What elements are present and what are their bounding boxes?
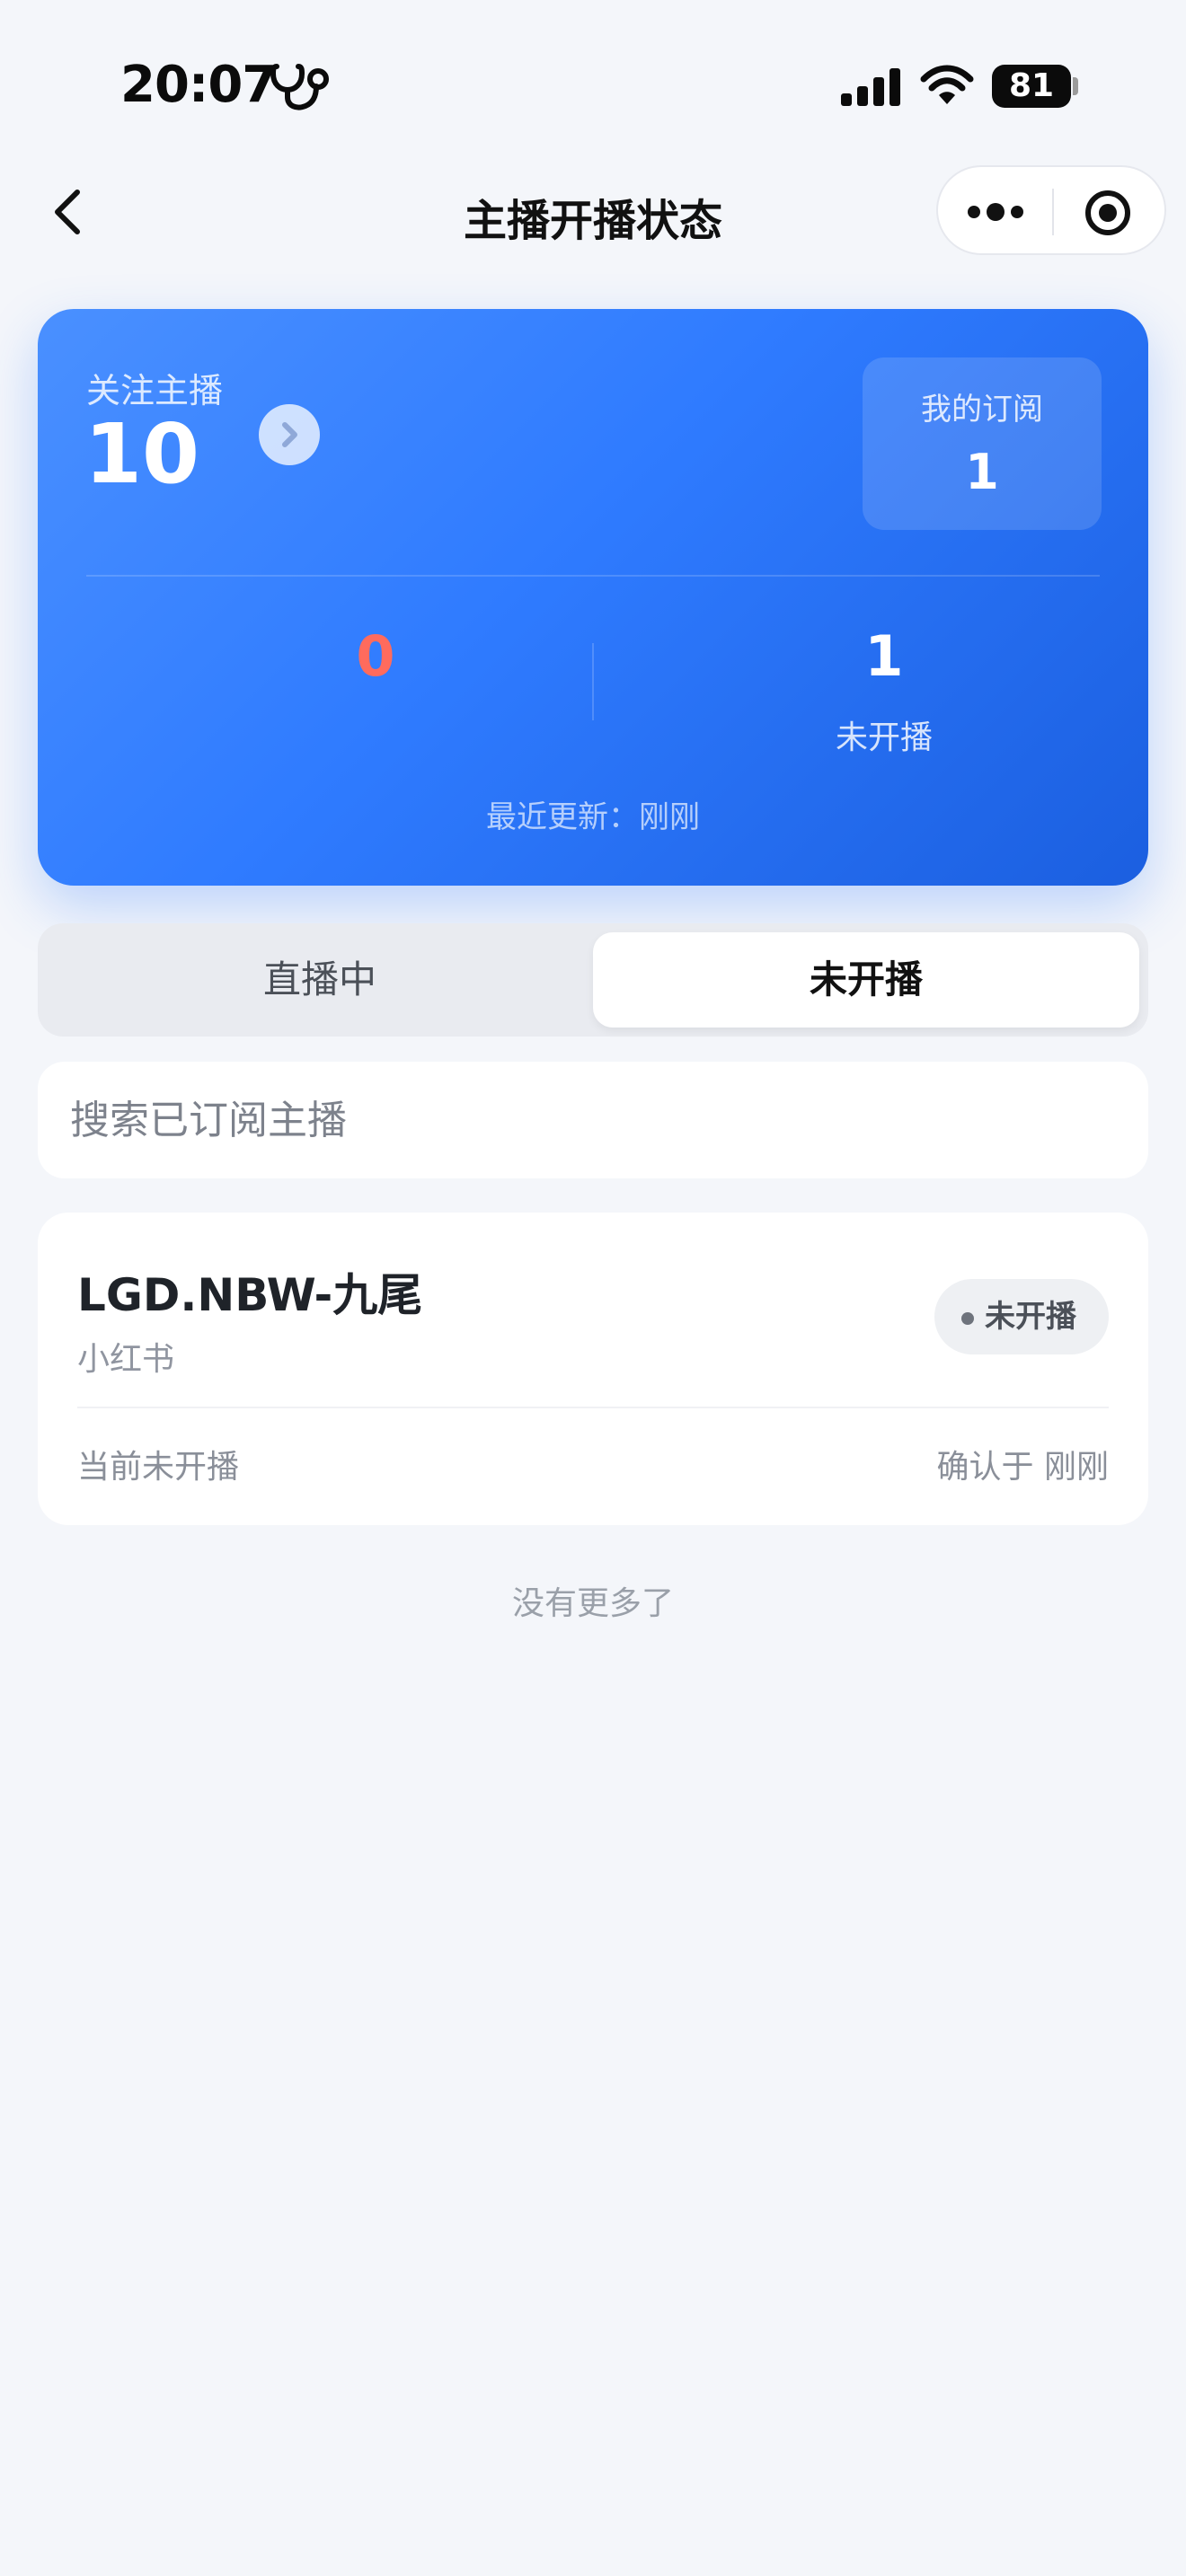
signal-icon xyxy=(841,68,900,106)
capsule-divider xyxy=(1052,189,1054,235)
card-divider xyxy=(86,575,1100,577)
streamer-name: LGD.NBW-九尾 xyxy=(77,1269,423,1321)
battery-icon: 81 xyxy=(992,65,1071,108)
streamer-card[interactable]: LGD.NBW-九尾 小红书 未开播 当前未开播 确认于 刚刚 xyxy=(38,1213,1148,1525)
status-bar: 20:07 81 xyxy=(0,0,1186,153)
chevron-right-icon xyxy=(282,422,297,447)
wifi-icon xyxy=(920,65,974,104)
streamer-confirm-time: 确认于 刚刚 xyxy=(936,1449,1109,1486)
status-time: 20:07 xyxy=(120,56,277,114)
subscription-count: 1 xyxy=(965,444,999,500)
nav-bar: 主播开播状态 xyxy=(0,153,1186,269)
tab-live[interactable]: 直播中 xyxy=(47,932,593,1028)
status-tabs: 直播中 未开播 xyxy=(38,923,1148,1037)
search-input[interactable] xyxy=(70,1062,1112,1178)
follow-count: 10 xyxy=(84,406,200,502)
no-more-text: 没有更多了 xyxy=(511,1585,674,1622)
battery-tip xyxy=(1073,77,1078,95)
live-count: 0 xyxy=(356,623,395,689)
streamer-platform: 小红书 xyxy=(77,1341,175,1378)
more-icon[interactable] xyxy=(965,194,1026,230)
record-icon[interactable] xyxy=(1084,189,1132,237)
tab-offline[interactable]: 未开播 xyxy=(593,932,1139,1028)
offline-label: 未开播 xyxy=(835,719,933,756)
follow-detail-button[interactable] xyxy=(259,404,320,465)
subscription-box[interactable]: 我的订阅 1 xyxy=(863,357,1102,530)
status-dot-icon xyxy=(961,1312,974,1325)
summary-card: 关注主播 10 我的订阅 1 0 1 未开播 最近更新：刚刚 xyxy=(38,309,1148,886)
offline-count: 1 xyxy=(864,623,904,689)
page: 20:07 81 主播开播状态 关注主播 10 我的订阅 1 0 1 未开播 最… xyxy=(0,0,1186,2576)
status-badge-label: 未开播 xyxy=(985,1299,1076,1335)
status-badge: 未开播 xyxy=(934,1279,1109,1354)
streamer-status-note: 当前未开播 xyxy=(77,1449,240,1486)
subscription-label: 我的订阅 xyxy=(921,392,1043,428)
stat-divider xyxy=(592,643,594,720)
search-box xyxy=(38,1062,1148,1178)
stethoscope-icon xyxy=(270,64,329,110)
follow-label: 关注主播 xyxy=(86,371,224,410)
streamer-divider xyxy=(77,1407,1109,1408)
last-update: 最近更新：刚刚 xyxy=(486,799,700,835)
mini-program-capsule xyxy=(936,165,1166,255)
